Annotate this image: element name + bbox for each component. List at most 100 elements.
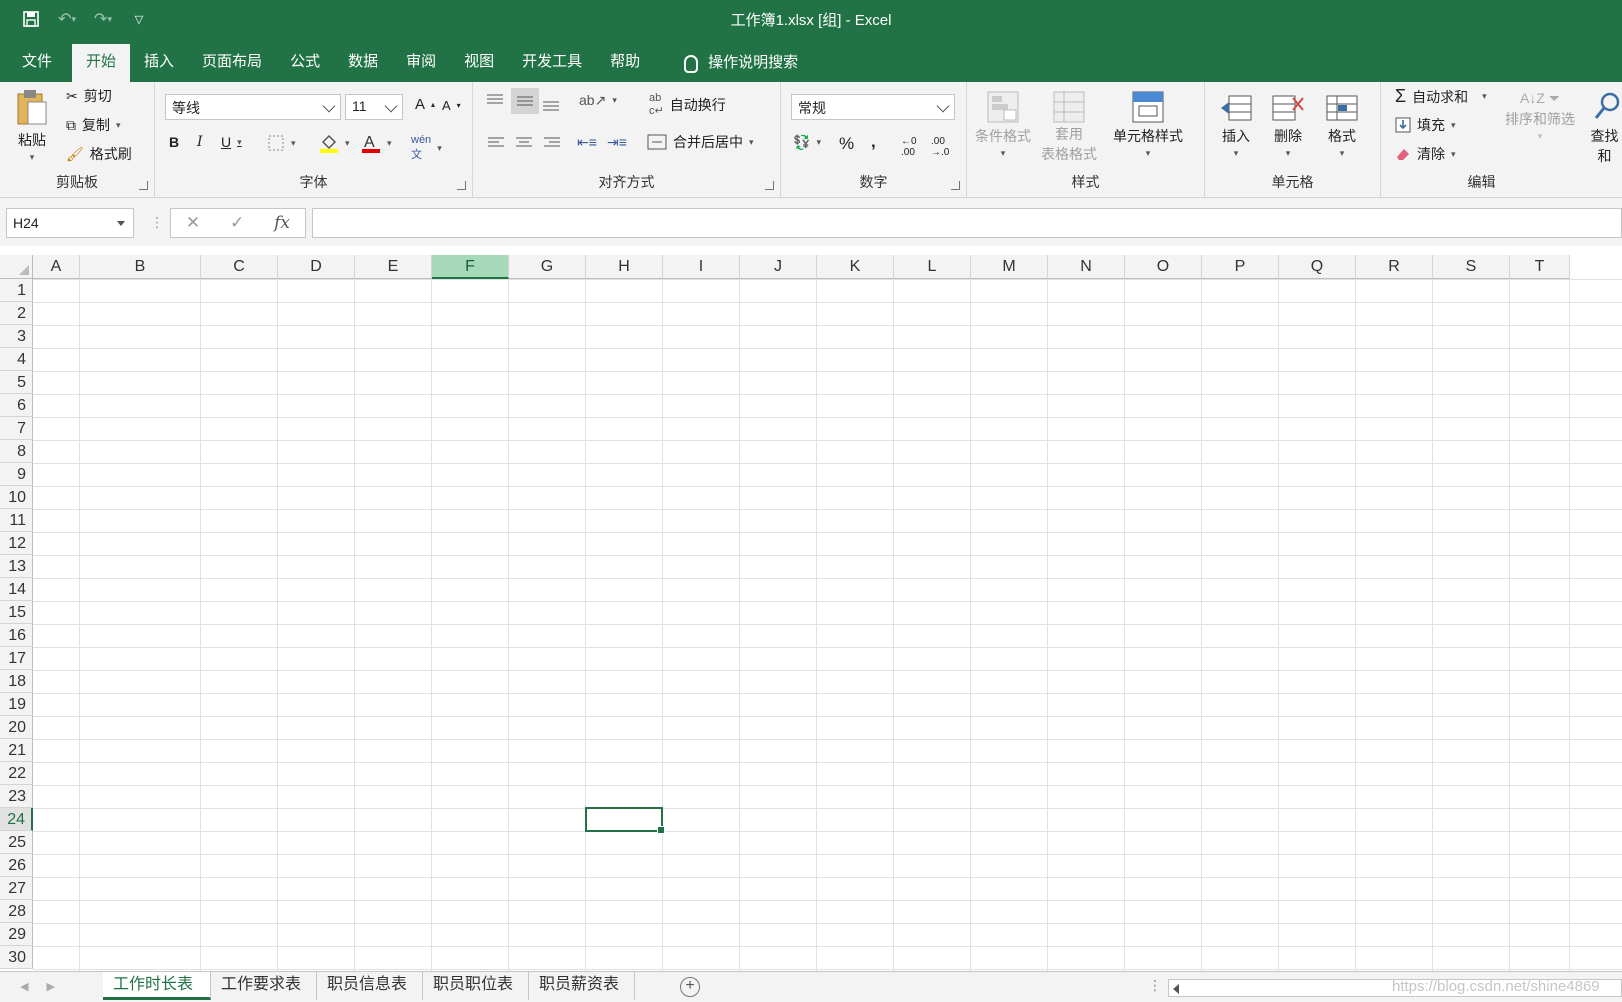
select-all-corner[interactable] — [0, 255, 33, 279]
column-header-n[interactable]: N — [1048, 255, 1125, 279]
wrap-text-button[interactable]: ab c↵ 自动换行 — [649, 92, 726, 117]
row-header-8[interactable]: 8 — [0, 440, 33, 463]
column-header-p[interactable]: P — [1202, 255, 1279, 279]
next-sheet-icon[interactable]: ▶ — [46, 980, 54, 993]
grow-font-button[interactable]: A ▴ — [415, 96, 435, 113]
row-header-22[interactable]: 22 — [0, 762, 33, 785]
orientation-button[interactable]: ab↗ ▾ — [579, 92, 617, 109]
align-right-button[interactable] — [543, 136, 561, 150]
row-header-7[interactable]: 7 — [0, 417, 33, 440]
row-header-26[interactable]: 26 — [0, 854, 33, 877]
format-as-table-button[interactable]: 套用 表格格式 — [1041, 90, 1097, 164]
phonetic-button[interactable]: wén 文 ▾ — [411, 134, 442, 162]
sheet-tab[interactable]: 工作时长表 — [103, 972, 211, 1000]
formula-bar-grip-icon[interactable]: ⋮ — [150, 214, 164, 231]
tell-me-search[interactable]: 操作说明搜索 — [670, 44, 812, 82]
column-header-d[interactable]: D — [278, 255, 355, 279]
sheet-tab[interactable]: 职员信息表 — [317, 972, 423, 1000]
column-header-s[interactable]: S — [1433, 255, 1510, 279]
sort-filter-button[interactable]: A↓Z ⏷ 排序和筛选 ▾ — [1505, 90, 1575, 142]
clipboard-launcher-icon[interactable] — [139, 181, 148, 190]
sheet-tab[interactable]: 职员薪资表 — [529, 972, 635, 1000]
insert-cells-button[interactable]: 插入 ▾ — [1219, 90, 1253, 159]
column-header-m[interactable]: M — [971, 255, 1048, 279]
column-header-h[interactable]: H — [586, 255, 663, 279]
font-launcher-icon[interactable] — [457, 181, 466, 190]
row-header-16[interactable]: 16 — [0, 624, 33, 647]
fill-color-button[interactable]: ▾ — [319, 132, 350, 154]
column-header-g[interactable]: G — [509, 255, 586, 279]
column-header-b[interactable]: B — [80, 255, 201, 279]
increase-indent-button[interactable]: ⇥≡ — [607, 134, 627, 151]
worksheet-grid[interactable]: A B C D E F G H I J K L M N O P Q R S T 1 2 3 4 5 6 7 8 9 10 11 12 13 14 1… — [0, 255, 1622, 971]
align-top-button[interactable] — [485, 92, 505, 110]
tab-page-layout[interactable]: 页面布局 — [188, 44, 276, 82]
align-bottom-button[interactable] — [541, 94, 561, 112]
row-header-23[interactable]: 23 — [0, 785, 33, 808]
cut-button[interactable]: ✂ 剪切 — [66, 86, 112, 106]
merge-center-button[interactable]: 合并后居中 ▾ — [647, 132, 754, 152]
cancel-icon[interactable]: ✕ — [186, 213, 200, 233]
row-header-6[interactable]: 6 — [0, 394, 33, 417]
italic-button[interactable]: I — [197, 134, 203, 150]
row-header-20[interactable]: 20 — [0, 716, 33, 739]
insert-function-button[interactable]: fx — [274, 213, 290, 233]
paste-button[interactable]: 粘贴 ▾ — [14, 88, 50, 163]
number-format-select[interactable]: 常规 — [791, 94, 955, 120]
clear-button[interactable]: 清除 ▾ — [1395, 144, 1456, 164]
scroll-split-grip-icon[interactable]: ⋮ — [1148, 977, 1162, 994]
row-header-15[interactable]: 15 — [0, 601, 33, 624]
formula-input[interactable] — [312, 208, 1622, 238]
add-sheet-button[interactable]: + — [680, 977, 700, 997]
underline-button[interactable]: U ▾ — [221, 134, 242, 150]
column-header-e[interactable]: E — [355, 255, 432, 279]
row-header-29[interactable]: 29 — [0, 923, 33, 946]
name-box-dropdown-icon[interactable] — [117, 221, 125, 226]
row-header-10[interactable]: 10 — [0, 486, 33, 509]
format-painter-button[interactable]: 🖌 格式刷 — [66, 144, 132, 164]
comma-button[interactable]: , — [871, 132, 876, 152]
row-header-12[interactable]: 12 — [0, 532, 33, 555]
row-header-30[interactable]: 30 — [0, 946, 33, 969]
column-header-o[interactable]: O — [1125, 255, 1202, 279]
tab-insert[interactable]: 插入 — [130, 44, 188, 82]
tab-developer[interactable]: 开发工具 — [508, 44, 596, 82]
align-center-button[interactable] — [515, 136, 533, 150]
tab-help[interactable]: 帮助 — [596, 44, 654, 82]
column-header-t[interactable]: T — [1510, 255, 1570, 279]
borders-button[interactable]: ▾ — [267, 134, 296, 152]
row-header-27[interactable]: 27 — [0, 877, 33, 900]
increase-decimal-button[interactable]: ←0.00 — [901, 136, 917, 158]
decrease-decimal-button[interactable]: .00 →.0 — [931, 136, 949, 158]
copy-button[interactable]: ⧉ 复制 ▾ — [66, 115, 121, 135]
number-launcher-icon[interactable] — [951, 181, 960, 190]
tab-file[interactable]: 文件 — [8, 44, 66, 82]
font-name-select[interactable]: 等线 — [165, 94, 341, 120]
row-header-18[interactable]: 18 — [0, 670, 33, 693]
font-color-button[interactable]: A ▾ — [361, 132, 392, 154]
row-header-4[interactable]: 4 — [0, 348, 33, 371]
row-header-24[interactable]: 24 — [0, 808, 33, 831]
shrink-font-button[interactable]: A ▾ — [442, 98, 461, 113]
prev-sheet-icon[interactable]: ◀ — [20, 980, 28, 993]
column-header-f[interactable]: F — [432, 255, 509, 279]
conditional-format-button[interactable]: 条件格式 ▾ — [975, 90, 1031, 159]
row-header-17[interactable]: 17 — [0, 647, 33, 670]
align-left-button[interactable] — [487, 136, 505, 150]
fill-button[interactable]: 填充 ▾ — [1395, 115, 1456, 135]
row-header-19[interactable]: 19 — [0, 693, 33, 716]
tab-review[interactable]: 审阅 — [392, 44, 450, 82]
row-header-21[interactable]: 21 — [0, 739, 33, 762]
row-header-1[interactable]: 1 — [0, 279, 33, 302]
column-header-r[interactable]: R — [1356, 255, 1433, 279]
column-header-j[interactable]: J — [740, 255, 817, 279]
percent-button[interactable]: % — [839, 134, 854, 154]
row-header-9[interactable]: 9 — [0, 463, 33, 486]
format-cells-button[interactable]: 格式 ▾ — [1325, 90, 1359, 159]
row-header-2[interactable]: 2 — [0, 302, 33, 325]
tab-home[interactable]: 开始 — [72, 44, 131, 82]
sheet-tab[interactable]: 工作要求表 — [211, 972, 317, 1000]
column-header-l[interactable]: L — [894, 255, 971, 279]
column-header-i[interactable]: I — [663, 255, 740, 279]
row-header-11[interactable]: 11 — [0, 509, 33, 532]
